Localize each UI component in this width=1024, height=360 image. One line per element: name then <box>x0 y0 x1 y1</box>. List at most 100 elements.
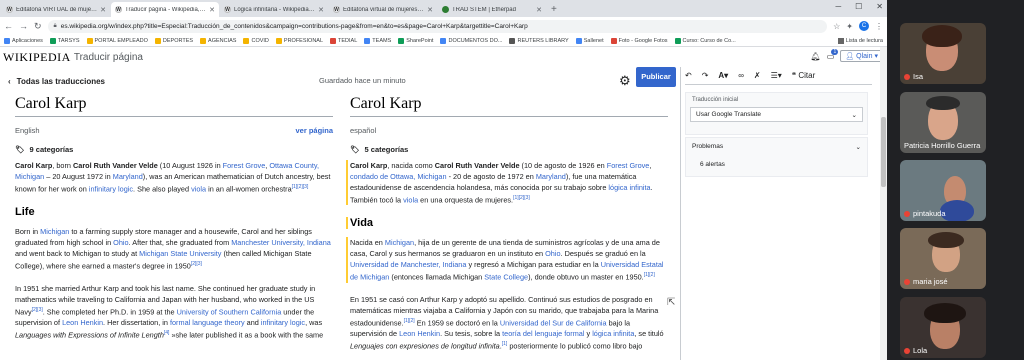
bookmark-item[interactable]: PORTAL EMPLEADO <box>86 37 148 44</box>
close-window-icon[interactable]: ✕ <box>876 2 883 11</box>
notices-icon[interactable]: ▭ 1 <box>827 48 839 61</box>
reference-marker[interactable]: [1][2][3] <box>292 184 309 190</box>
bookmark-item[interactable]: TEDIAL <box>330 37 357 44</box>
url-bar[interactable]: 🔒︎ es.wikipedia.org/w/index.php?title=Es… <box>47 19 828 33</box>
redo-icon[interactable]: ↷ <box>702 71 709 80</box>
page-scrollbar[interactable] <box>880 47 887 360</box>
bell-icon[interactable]: 🔔︎ <box>811 52 821 61</box>
profile-avatar-icon[interactable]: C <box>859 21 869 31</box>
maximize-icon[interactable]: ☐ <box>855 2 862 11</box>
publish-button[interactable]: Publicar <box>636 67 676 87</box>
bookmark-item[interactable]: DOCUMENTOS DO... <box>440 37 502 44</box>
bookmark-item[interactable]: Aplicaciones <box>4 37 43 44</box>
wiki-link[interactable]: Leon Henkin <box>62 318 103 327</box>
wiki-link[interactable]: Michigan <box>385 238 414 247</box>
target-categories[interactable]: 🏷︎ 5 categorías <box>350 145 668 154</box>
source-categories[interactable]: 🏷︎ 9 categorías <box>15 145 333 154</box>
minimize-icon[interactable]: ─ <box>835 2 841 11</box>
participant-tile[interactable]: Isa <box>900 23 986 84</box>
wiki-link[interactable]: viola <box>403 195 418 204</box>
wiki-link[interactable]: Ohio <box>545 249 560 258</box>
forward-arrow-icon[interactable]: → <box>19 21 28 31</box>
more-menu-icon[interactable]: ⋮ <box>875 22 883 31</box>
wiki-link[interactable]: Leon Henkin <box>399 329 440 338</box>
participant-tile[interactable]: Patricia Horrillo Guerra <box>900 92 986 153</box>
wiki-link[interactable]: Michigan <box>40 227 69 236</box>
browser-tab[interactable]: W Editatona virtual de mujeres STEM ✕ <box>329 2 437 17</box>
user-menu-button[interactable]: 👤︎ Qlain ▾ <box>840 50 883 62</box>
link-icon[interactable]: ∞ <box>738 71 744 80</box>
target-life-paragraph[interactable]: En 1951 se casó con Arthur Karp y adoptó… <box>350 294 668 352</box>
wiki-link[interactable]: condado de Ottawa, Michigan <box>350 172 447 181</box>
wiki-link[interactable]: University of Southern California <box>177 307 282 316</box>
gear-icon[interactable]: ⚙ <box>619 73 631 89</box>
bookmark-item[interactable]: SharePoint <box>398 37 433 44</box>
participant-tile[interactable]: Lola <box>900 297 986 358</box>
problems-panel[interactable]: Problemas ⌄ 6 alertas <box>685 137 868 177</box>
back-to-translations-link[interactable]: ‹ Todas las traducciones <box>8 77 105 86</box>
wiki-link[interactable]: Manchester University, Indiana <box>231 238 331 247</box>
reference-marker[interactable]: [2][3] <box>32 307 43 313</box>
browser-tab[interactable]: TRAD STEM | Etherpad ✕ <box>438 2 546 17</box>
bookmark-item[interactable]: Curso: Curso de Co... <box>674 37 736 44</box>
bookmark-item[interactable]: REUTERS LIBRARY <box>509 37 569 44</box>
wiki-link[interactable]: Universidad de Manchester, Indiana <box>350 260 466 269</box>
undo-icon[interactable]: ↶ <box>685 71 692 80</box>
bookmark-item[interactable]: TEAMS <box>364 37 391 44</box>
reload-icon[interactable]: ↻ <box>34 21 42 32</box>
wiki-link[interactable]: Maryland <box>113 172 143 181</box>
target-section-heading[interactable]: Vida <box>346 217 668 230</box>
bookmark-item[interactable]: TARSYS <box>49 37 80 44</box>
wiki-link[interactable]: Universidad del Sur de California <box>500 318 607 327</box>
wiki-link[interactable]: infinitary logic <box>261 318 305 327</box>
bookmark-item[interactable]: Sallenet <box>575 37 604 44</box>
wiki-link[interactable]: Forest Grove <box>607 161 650 170</box>
view-page-link[interactable]: ver página <box>295 126 333 135</box>
back-arrow-icon[interactable]: ← <box>4 21 13 31</box>
target-title[interactable]: Carol Karp <box>350 95 668 117</box>
bookmark-item[interactable]: Foto - Google Fotos <box>610 37 668 44</box>
wiki-link[interactable]: lógica infinita <box>608 183 650 192</box>
browser-tab-active[interactable]: W Traducir página - Wikipedia, la encicl… <box>111 2 219 17</box>
list-icon[interactable]: ☰▾ <box>771 71 782 80</box>
wiki-link[interactable]: viola <box>191 184 206 193</box>
close-tab-icon[interactable]: ✕ <box>536 6 542 14</box>
translation-engine-select[interactable]: Usar Google Translate ⌄ <box>690 107 863 122</box>
participant-tile[interactable]: pintakuda <box>900 160 986 221</box>
browser-tab[interactable]: W Lógica infinitaria - Wikipedia, la enc… <box>220 2 328 17</box>
bookmark-item[interactable]: PROFESIONAL <box>275 37 323 44</box>
reference-marker[interactable]: [2][3] <box>191 261 202 267</box>
cite-button[interactable]: ❝ Citar <box>792 71 815 80</box>
reference-marker[interactable]: [1][2][3] <box>513 195 530 201</box>
wiki-link[interactable]: Maryland <box>536 172 566 181</box>
text-style-icon[interactable]: A▾ <box>718 71 728 80</box>
wiki-link[interactable]: formal language theory <box>170 318 245 327</box>
wiki-link[interactable]: Ohio <box>113 238 128 247</box>
reading-list[interactable]: Lista de lectura <box>837 37 883 44</box>
new-tab-button[interactable]: + <box>547 2 561 17</box>
wiki-link[interactable]: lógica infinita <box>592 329 634 338</box>
wiki-link[interactable]: Michigan State University <box>139 249 221 258</box>
bookmark-item[interactable]: DEPORTES <box>154 37 193 44</box>
reference-marker[interactable]: [1][2] <box>644 272 655 278</box>
wiki-link[interactable]: Forest Grove <box>223 161 266 170</box>
browser-tab[interactable]: W Editatona VIRTUAL de mujeres STEM ✕ <box>2 2 110 17</box>
bookmark-item[interactable]: COVID <box>243 37 269 44</box>
target-intro-paragraph[interactable]: Carol Karp, nacida como Carol Ruth Vande… <box>346 160 668 206</box>
close-tab-icon[interactable]: ✕ <box>100 6 106 14</box>
wiki-link[interactable]: infinitary logic <box>89 184 133 193</box>
scrollbar-thumb[interactable] <box>881 117 886 187</box>
star-icon[interactable]: ☆ <box>833 22 840 31</box>
participant-tile[interactable]: maria josé <box>900 228 986 289</box>
clear-format-icon[interactable]: ✗ <box>754 71 761 80</box>
reference-marker[interactable]: [1][2] <box>404 318 415 324</box>
target-life-paragraph[interactable]: Nacida en Michigan, hija de un gerente d… <box>346 237 668 283</box>
close-tab-icon[interactable]: ✕ <box>209 6 215 14</box>
wiki-link[interactable]: teoría del lenguaje formal <box>502 329 584 338</box>
wikipedia-wordmark[interactable]: Wikipedia <box>3 50 71 65</box>
problems-header[interactable]: Problemas ⌄ <box>686 138 867 151</box>
bookmark-item[interactable]: AGENCIAS <box>200 37 236 44</box>
close-tab-icon[interactable]: ✕ <box>427 6 433 14</box>
close-tab-icon[interactable]: ✕ <box>318 6 324 14</box>
wiki-link[interactable]: State College <box>484 273 528 282</box>
